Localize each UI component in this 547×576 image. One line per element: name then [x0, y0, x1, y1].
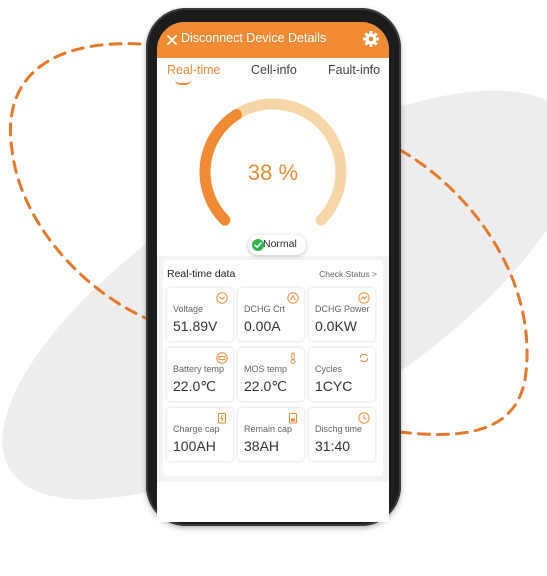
card-label: Charge cap: [173, 424, 220, 434]
card-value: 0.0KW: [315, 318, 358, 334]
page-title: Disconnect Device Details: [181, 31, 327, 45]
check-status-link[interactable]: Check Status >: [319, 269, 377, 279]
card-value: 38AH: [244, 438, 280, 454]
battery-temp-card[interactable]: Battery temp 22.0℃: [167, 348, 233, 401]
battery-gauge: 38 % Normal: [157, 86, 389, 256]
card-label: MOS temp: [244, 364, 288, 374]
card-value: 22.0℃: [244, 378, 287, 394]
card-label: Voltage: [173, 304, 204, 314]
card-label: DCHG Power: [315, 304, 370, 314]
charge-cap-card[interactable]: Charge cap 100AH: [167, 408, 233, 461]
status-label: Normal: [263, 238, 297, 250]
tab-cell-info[interactable]: Cell-info: [251, 63, 297, 77]
tab-bar: Real-time Cell-info Fault-info: [157, 58, 389, 86]
active-tab-indicator: [175, 80, 191, 85]
app-screen: Disconnect Device Details Real-time Cell…: [157, 22, 389, 522]
card-label: Dischg time: [315, 424, 363, 434]
current-icon: [287, 292, 299, 304]
card-value: 100AH: [173, 438, 216, 454]
card-value: 51.89V: [173, 318, 218, 334]
dischg-time-card[interactable]: Dischg time 31:40: [309, 408, 375, 461]
gear-icon[interactable]: [362, 30, 380, 48]
cycle-icon: [359, 353, 369, 363]
bottom-area: [157, 482, 389, 522]
tab-real-time[interactable]: Real-time: [167, 63, 221, 77]
cycles-card[interactable]: Cycles 1CYC: [309, 348, 375, 401]
realtime-data-panel: Real-time data Check Status > Voltage 51…: [163, 260, 383, 476]
charge-cap-icon: [218, 413, 226, 424]
dchg-current-card[interactable]: DCHG Crt 0.00A: [238, 288, 304, 341]
card-label: Remain cap: [244, 424, 293, 434]
thermometer-icon: [290, 352, 296, 364]
remain-cap-icon: [289, 413, 297, 424]
close-icon[interactable]: [165, 33, 179, 47]
header-bar: Disconnect Device Details: [157, 22, 389, 58]
remain-cap-card[interactable]: Remain cap 38AH: [238, 408, 304, 461]
card-value: 0.00A: [244, 318, 281, 334]
clock-icon: [358, 412, 370, 424]
voltage-icon: [216, 292, 228, 304]
battery-percent: 38 %: [247, 160, 299, 185]
card-label: Battery temp: [173, 364, 225, 374]
card-label: DCHG Crt: [244, 304, 285, 314]
power-icon: [358, 292, 370, 304]
tab-fault-info[interactable]: Fault-info: [328, 63, 380, 77]
card-value: 22.0℃: [173, 378, 216, 394]
section-title: Real-time data: [167, 268, 236, 280]
battery-temp-icon: [216, 352, 228, 364]
dchg-power-card[interactable]: DCHG Power 0.0KW: [309, 288, 375, 341]
card-value: 31:40: [315, 438, 351, 454]
card-label: Cycles: [315, 364, 343, 374]
card-value: 1CYC: [315, 378, 353, 394]
mos-temp-card[interactable]: MOS temp 22.0℃: [238, 348, 304, 401]
voltage-card[interactable]: Voltage 51.89V: [167, 288, 233, 341]
status-badge: Normal: [248, 235, 306, 255]
